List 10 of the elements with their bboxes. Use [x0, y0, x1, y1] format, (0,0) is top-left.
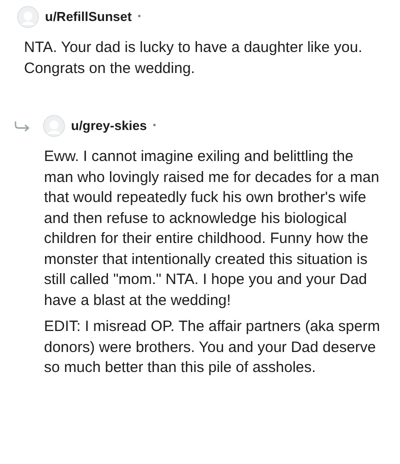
username[interactable]: u/grey-skies — [71, 116, 147, 136]
comment-text: NTA. Your dad is lucky to have a daughter like you. Congrats on the wedding. — [24, 38, 364, 78]
username[interactable]: u/RefillSunset — [45, 7, 132, 27]
comment-text: EDIT: I misread OP. The affair partners (aka sperm donors) were brothers. You and your Dad deserve so much better than this pile of assholes. — [44, 317, 381, 378]
avatar-icon — [43, 115, 65, 137]
avatar-icon — [17, 6, 39, 28]
comment-text: Eww. I cannot imagine exiling and belittling the man who lovingly raised me for decades for a man that would repeatedly fuck his own brother's wife and then refuse to acknowledge his biological children for their entire childhood. Funny how the monster that intentionally created this situation is still called "mom." NTA. I hope you and your Dad have a blast at the wedding! — [44, 147, 380, 310]
separator: • — [152, 119, 156, 132]
separator: • — [138, 10, 141, 24]
reply-arrow-icon — [14, 120, 31, 132]
